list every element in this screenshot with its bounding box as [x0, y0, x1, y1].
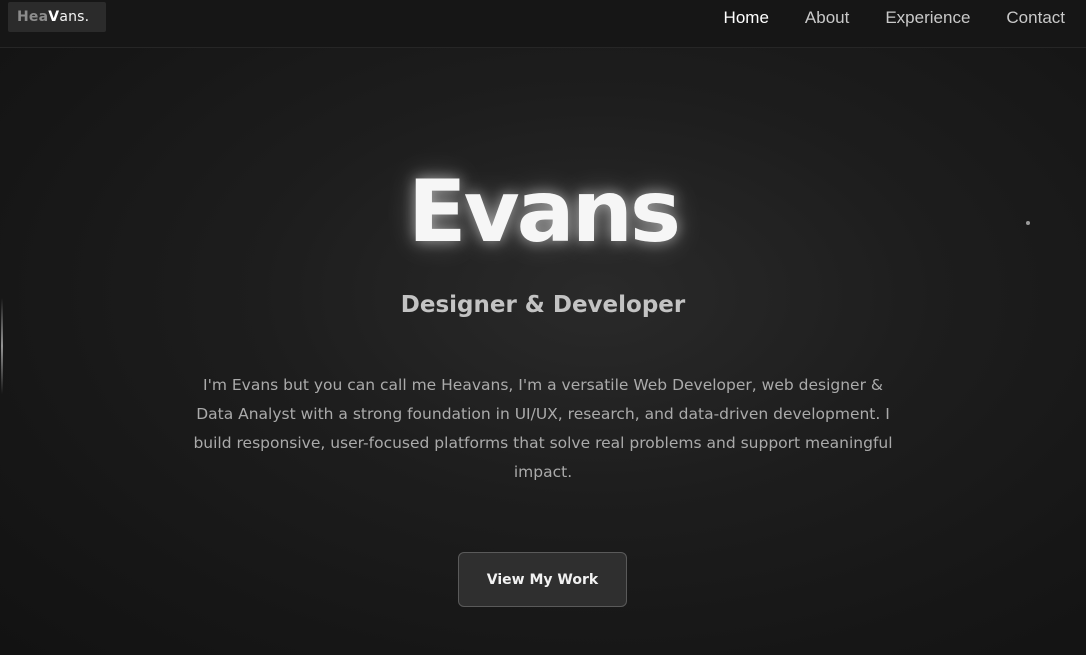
main-nav: Home About Experience Contact [724, 0, 1086, 36]
nav-link-home[interactable]: Home [724, 8, 769, 28]
site-logo[interactable]: Hea Vans. [8, 2, 106, 32]
decorative-edge-line [1, 298, 3, 394]
logo-text-suffix: ans. [59, 9, 90, 25]
nav-link-about[interactable]: About [805, 8, 849, 28]
view-my-work-button[interactable]: View My Work [458, 552, 627, 607]
top-navbar: Hea Vans. Home About Experience Contact [0, 0, 1086, 48]
logo-text-prefix: Hea [17, 9, 49, 25]
decorative-dot [1026, 221, 1030, 225]
nav-link-experience[interactable]: Experience [885, 8, 970, 28]
logo-text-mark: V [48, 9, 60, 25]
hero-subtitle: Designer & Developer [400, 292, 686, 318]
hero-description: I'm Evans but you can call me Heavans, I… [193, 376, 893, 481]
hero-title: Evans [407, 162, 681, 262]
nav-link-contact[interactable]: Contact [1006, 8, 1065, 28]
